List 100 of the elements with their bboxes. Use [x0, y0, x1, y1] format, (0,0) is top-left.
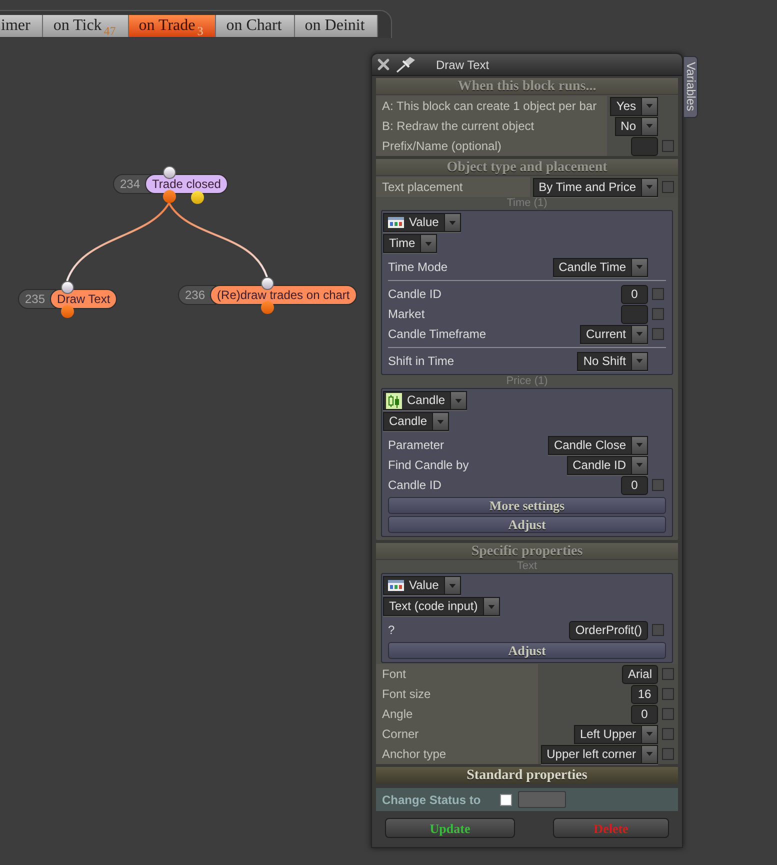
caret-icon	[641, 98, 657, 114]
field-label: Market	[388, 306, 425, 323]
tab[interactable]: on Deinit	[294, 15, 378, 37]
checkbox[interactable]	[652, 308, 664, 320]
pin-icon[interactable]	[396, 56, 416, 72]
caret-icon	[641, 746, 657, 762]
tab[interactable]: on Chart	[216, 15, 295, 37]
panel-button[interactable]: More settings	[388, 497, 666, 514]
caret-icon	[631, 326, 647, 342]
caret-icon	[482, 598, 499, 615]
checkbox[interactable]	[662, 181, 674, 193]
node-label[interactable]: Trade closed	[145, 174, 228, 194]
dropdown[interactable]: Candle Time	[552, 258, 648, 276]
caret-icon	[631, 436, 647, 454]
dropdown[interactable]: Value	[383, 213, 461, 232]
input-field[interactable]	[621, 304, 648, 324]
checkbox[interactable]	[662, 668, 674, 680]
node-label[interactable]: Draw Text	[50, 289, 118, 309]
update-button[interactable]: Update	[385, 818, 515, 838]
tab-count: 3	[197, 25, 204, 37]
output-port-icon[interactable]	[163, 190, 176, 203]
caret-icon	[631, 352, 647, 370]
field-label: A: This block can create 1 object per bar	[376, 96, 608, 116]
caret-icon	[641, 726, 657, 742]
caret-icon	[444, 577, 460, 594]
panel-button[interactable]: Adjust	[388, 642, 666, 659]
checkbox[interactable]	[500, 794, 512, 806]
dropdown[interactable]: Value	[383, 576, 461, 595]
field-label: Text placement	[376, 177, 530, 197]
caret-icon	[631, 456, 647, 474]
dropdown[interactable]: Yes	[610, 96, 658, 116]
field-label: Corner	[376, 724, 538, 744]
value-icon	[388, 217, 404, 228]
caret-icon	[641, 178, 657, 196]
window-title: Draw Text	[436, 56, 490, 74]
checkbox[interactable]	[652, 328, 664, 340]
close-icon[interactable]	[377, 58, 390, 71]
checkbox[interactable]	[662, 748, 674, 760]
dropdown[interactable]: No	[614, 116, 658, 136]
input-field[interactable]: OrderProfit()	[569, 620, 648, 640]
tab[interactable]: imer	[0, 15, 44, 37]
dropdown[interactable]: Left Upper	[574, 724, 658, 744]
dropdown[interactable]: Candle ID	[566, 456, 648, 474]
input-field[interactable]: Arial	[622, 664, 658, 684]
checkbox[interactable]	[652, 624, 664, 636]
field-label: Candle ID	[388, 286, 442, 303]
dropdown[interactable]: Candle Close	[548, 436, 648, 454]
section-header: When this block runs...	[376, 78, 678, 95]
caret-icon	[641, 118, 657, 134]
field-label: Font	[376, 664, 538, 684]
field-label: Change Status to	[382, 792, 482, 808]
value-icon	[388, 580, 404, 591]
caret-icon	[444, 214, 460, 231]
input-port-icon[interactable]	[61, 281, 74, 294]
section-header: Specific properties	[376, 543, 678, 560]
checkbox[interactable]	[662, 140, 674, 152]
checkbox[interactable]	[652, 288, 664, 300]
input-field[interactable]	[631, 136, 658, 156]
input-port-icon[interactable]	[163, 166, 176, 179]
tab-count: 47	[104, 25, 116, 37]
dropdown[interactable]: Candle	[383, 412, 450, 431]
field-label: Shift in Time	[388, 353, 454, 370]
checkbox[interactable]	[652, 479, 664, 491]
dropdown[interactable]: Candle	[383, 391, 468, 410]
field-label: Candle Timeframe	[388, 326, 486, 343]
node-label[interactable]: (Re)draw trades on chart	[210, 285, 357, 305]
input-field[interactable]: 0	[621, 284, 648, 304]
field-label: Candle ID	[388, 477, 442, 494]
dropdown[interactable]: Upper left corner	[540, 744, 658, 764]
field-label: Angle	[376, 704, 538, 724]
output-port-icon[interactable]	[61, 305, 74, 318]
input-field[interactable]	[518, 791, 566, 808]
checkbox[interactable]	[662, 688, 674, 700]
field-label: ?	[388, 622, 395, 639]
field-label: Font size	[376, 684, 538, 704]
dropdown[interactable]: By Time and Price	[532, 178, 658, 196]
panel-button[interactable]: Adjust	[388, 516, 666, 533]
dropdown[interactable]: Current	[580, 324, 648, 344]
checkbox[interactable]	[662, 708, 674, 720]
caret-icon	[420, 235, 436, 252]
checkbox[interactable]	[662, 728, 674, 740]
input-field[interactable]: 16	[631, 684, 658, 704]
input-field[interactable]: 0	[631, 704, 658, 724]
dropdown[interactable]: No Shift	[577, 352, 648, 370]
field-label: Find Candle by	[388, 457, 469, 474]
candlestick-icon	[386, 392, 402, 408]
field-label: B: Redraw the current object	[376, 116, 608, 136]
side-tab[interactable]: Variables	[683, 56, 698, 118]
input-port-icon[interactable]	[261, 277, 274, 290]
input-field[interactable]: 0	[621, 476, 648, 494]
dropdown[interactable]: Text (code input)	[383, 597, 500, 616]
caret-icon	[432, 413, 448, 430]
caret-icon	[450, 392, 466, 409]
section-header: Object type and placement	[376, 159, 678, 176]
output-port-icon[interactable]	[261, 301, 274, 314]
field-label: Time Mode	[388, 259, 448, 276]
dropdown[interactable]: Time	[383, 234, 438, 253]
section-header: Standard properties	[376, 767, 678, 784]
caret-icon	[631, 258, 647, 276]
output-port-icon[interactable]	[191, 191, 204, 204]
